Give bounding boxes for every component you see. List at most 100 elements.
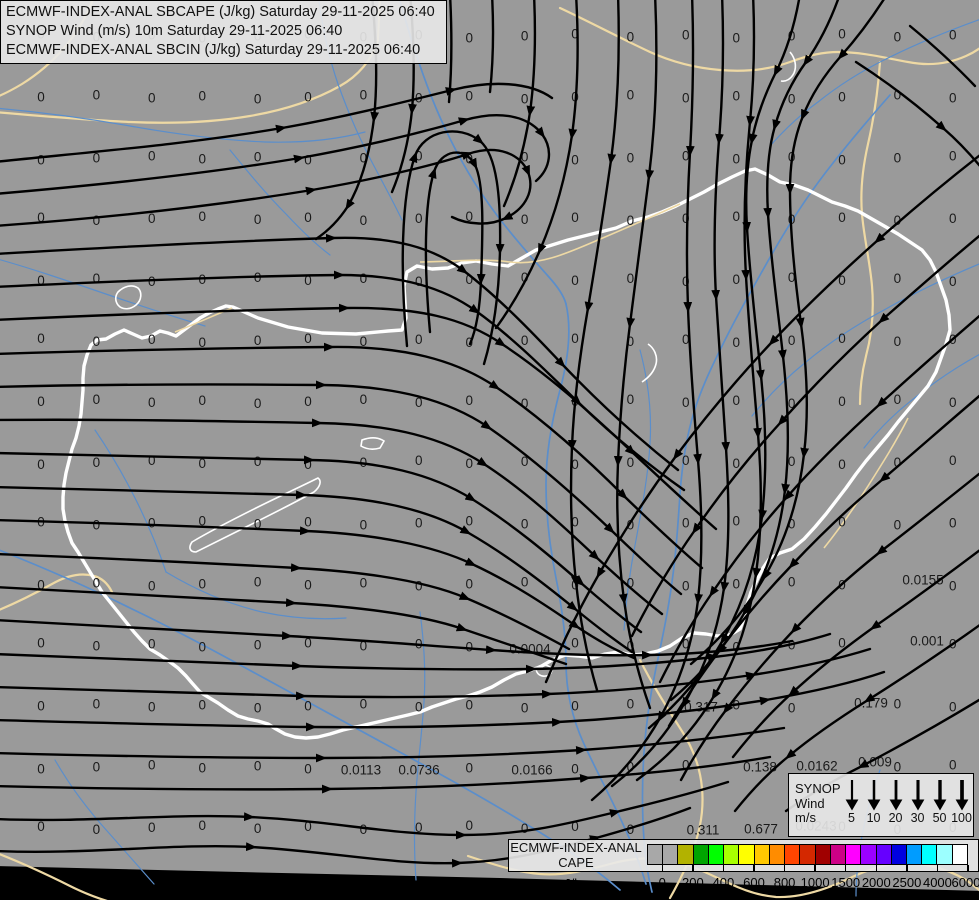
grid-value: 0 bbox=[627, 150, 635, 165]
grid-value: 0 bbox=[148, 516, 156, 531]
cape-tick-mark bbox=[692, 865, 694, 872]
grid-value: 0 bbox=[254, 212, 262, 227]
grid-value: 0 bbox=[415, 211, 423, 226]
grid-value: 0 bbox=[465, 697, 473, 712]
grid-value: 0 bbox=[682, 453, 690, 468]
grid-value: 0 bbox=[37, 698, 45, 713]
grid-value: 0 bbox=[198, 577, 206, 592]
cape-colorbar-ticklabels: 0 200 400 600 800 1000 1500 2000 2500 4000 6000 bbox=[647, 875, 979, 891]
title-line-sbcin: ECMWF-INDEX-ANAL SBCIN (J/kg) Saturday 2… bbox=[6, 42, 421, 58]
cape-tick-mark bbox=[844, 865, 847, 872]
grid-value: 0 bbox=[360, 822, 368, 837]
grid-value: 0 bbox=[37, 152, 45, 167]
grid-value: 0 bbox=[521, 91, 529, 106]
grid-value: 0 bbox=[571, 698, 579, 713]
grid-value: 0 bbox=[198, 88, 206, 103]
cape-color-cell bbox=[890, 845, 906, 864]
grid-value: 0 bbox=[148, 579, 156, 594]
grid-value: 0 bbox=[254, 758, 262, 773]
grid-value: 0 bbox=[148, 90, 156, 105]
grid-value: 0 bbox=[949, 148, 957, 163]
grid-value: 0 bbox=[571, 331, 579, 346]
grid-value: 0 bbox=[360, 87, 368, 102]
grid-value: 0 bbox=[304, 89, 312, 104]
station-value: 0.0166 bbox=[511, 763, 552, 778]
grid-value: 0 bbox=[627, 696, 635, 711]
grid-value: 0 bbox=[465, 393, 473, 408]
grid-value: 0 bbox=[37, 819, 45, 834]
grid-value: 0 bbox=[254, 700, 262, 715]
grid-value: 0 bbox=[148, 395, 156, 410]
grid-value: 0 bbox=[254, 575, 262, 590]
wind-legend-title: SYNOP bbox=[795, 781, 841, 796]
cape-color-cell bbox=[905, 845, 922, 864]
grid-value: 0 bbox=[93, 639, 101, 654]
down-arrow-icon bbox=[933, 780, 946, 811]
grid-value: 0 bbox=[732, 31, 740, 46]
grid-value: 0 bbox=[198, 640, 206, 655]
map-title-overlay: ECMWF-INDEX-ANAL SBCAPE (J/kg) Saturday … bbox=[0, 0, 447, 64]
grid-value: 0 bbox=[732, 577, 740, 592]
grid-value: 0 bbox=[838, 394, 846, 409]
grid-value: 0 bbox=[682, 516, 690, 531]
grid-value: 0 bbox=[788, 91, 796, 106]
weather-map-screen: 0 0 0 0 0 0 0 0 0 0 0 0 0 0 0 0 0 0 0 0 0 0 0 0 0 0 0 0 0 0 0 0 0 0 0 0 0 0 0 0… bbox=[0, 0, 979, 900]
cape-tick-label: 1000 bbox=[800, 875, 830, 890]
grid-value: 0 bbox=[949, 516, 957, 531]
grid-value: 0 bbox=[894, 392, 902, 407]
shared-border-overlay bbox=[174, 203, 909, 549]
grid-value: 0 bbox=[838, 457, 846, 472]
weather-map-canvas: 0 0 0 0 0 0 0 0 0 0 0 0 0 0 0 0 0 0 0 0 0 0 0 0 0 0 0 0 0 0 0 0 0 0 0 0 0 0 0 0… bbox=[0, 0, 979, 900]
cape-tick-label: 600 bbox=[743, 875, 765, 890]
grid-value: 0 bbox=[148, 274, 156, 289]
grid-value: 0 bbox=[254, 396, 262, 411]
cape-legend-source: ECMWF-INDEX-ANAL bbox=[510, 840, 642, 855]
grid-value: 0 bbox=[148, 453, 156, 468]
grid-value: 0 bbox=[627, 271, 635, 286]
cape-color-cell bbox=[753, 845, 769, 864]
grid-value: 0 bbox=[732, 209, 740, 224]
grid-value: 0 bbox=[360, 696, 368, 711]
grid-value: 0 bbox=[627, 30, 635, 45]
cape-color-cell bbox=[799, 845, 815, 864]
cape-color-cell bbox=[814, 845, 830, 864]
grid-value: 0 bbox=[415, 516, 423, 531]
grid-value: 0 bbox=[465, 760, 473, 775]
title-line-sbcape: ECMWF-INDEX-ANAL SBCAPE (J/kg) Saturday … bbox=[6, 4, 435, 20]
grid-value: 0 bbox=[788, 333, 796, 348]
grid-value: 0 bbox=[254, 638, 262, 653]
grid-value: 0 bbox=[148, 757, 156, 772]
wind-legend: SYNOP Wind m/s 5 10 20 30 50 100 bbox=[788, 773, 974, 837]
cape-color-cell bbox=[936, 845, 952, 864]
grid-value: 0 bbox=[37, 457, 45, 472]
grid-value: 0 bbox=[627, 213, 635, 228]
wind-legend-subtitle: Wind bbox=[795, 795, 825, 811]
lake-balaton-outline bbox=[189, 477, 321, 553]
wind-speed-item: 30 bbox=[907, 778, 929, 834]
grid-value: 0 bbox=[838, 331, 846, 346]
grid-value: 0 bbox=[732, 514, 740, 529]
grid-value: 0 bbox=[682, 579, 690, 594]
station-value: 0.0736 bbox=[398, 763, 439, 778]
grid-value: 0 bbox=[93, 334, 101, 349]
cape-color-cell bbox=[921, 845, 937, 864]
station-value: 0.001 bbox=[910, 634, 944, 649]
wind-speed-item: 5 bbox=[841, 778, 863, 834]
grid-value: 0 bbox=[521, 29, 529, 44]
grid-value: 0 bbox=[304, 698, 312, 713]
grid-value: 0 bbox=[93, 822, 101, 837]
grid-value: 0 bbox=[360, 271, 368, 286]
grid-value: 0 bbox=[304, 394, 312, 409]
grid-value: 0 bbox=[465, 818, 473, 833]
grid-value: 0 bbox=[949, 90, 957, 105]
cape-legend-titles: ECMWF-INDEX-ANAL CAPE bbox=[508, 840, 644, 870]
grid-value: 0 bbox=[304, 515, 312, 530]
wind-speed-label: 5 bbox=[848, 811, 855, 825]
grid-value: 0 bbox=[148, 332, 156, 347]
grid-value: 0 bbox=[415, 274, 423, 289]
cape-tick-label: 400 bbox=[712, 875, 735, 890]
grid-value: 0 bbox=[254, 333, 262, 348]
grid-value: 0 bbox=[93, 213, 101, 228]
grid-value: 0 bbox=[732, 151, 740, 166]
grid-value: 0 bbox=[894, 150, 902, 165]
